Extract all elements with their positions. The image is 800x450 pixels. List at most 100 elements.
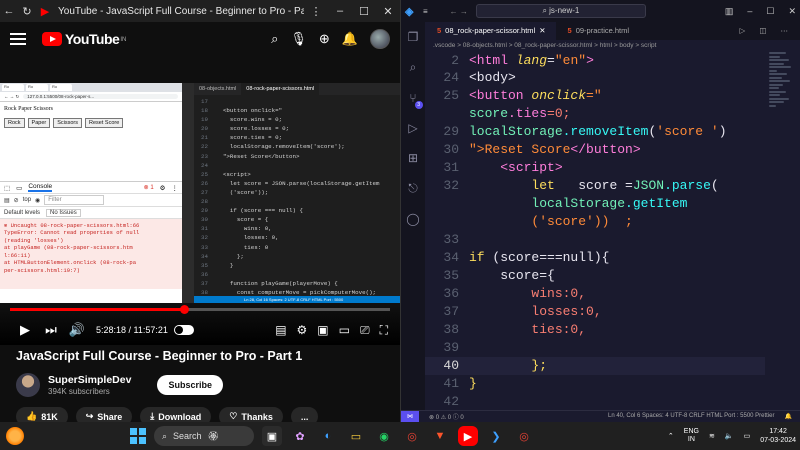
minimap-line (769, 94, 781, 96)
eye-icon: ◉ (35, 197, 41, 204)
search-icon[interactable]: ⌕ (410, 60, 417, 75)
windows-start-icon[interactable] (130, 428, 146, 444)
battery-icon[interactable]: ▭ (744, 432, 751, 440)
breadcrumb[interactable]: .vscode > 08-objects.html > 08_rock-pape… (425, 40, 800, 52)
channel-name[interactable]: SuperSimpleDev (48, 374, 131, 386)
maximize-icon[interactable]: ☐ (352, 5, 376, 18)
problems-indicator[interactable]: ⊗ 0 ⚠ 0 ⓘ 0 (429, 412, 464, 421)
code-editor[interactable]: 2 <html lang="en"> 24 <body> 25 <button onc… (425, 52, 765, 410)
minimap-line (769, 104, 776, 107)
download-button[interactable]: ⤓ Download (140, 407, 212, 422)
autoplay-toggle[interactable] (173, 325, 194, 335)
settings-icon[interactable]: ⚙ (297, 323, 308, 338)
task-view-icon[interactable]: ▣ (262, 426, 282, 446)
theater-icon[interactable]: ▭ (339, 323, 350, 338)
github-icon[interactable]: ◯ (406, 212, 419, 226)
create-icon[interactable]: ⊕ (319, 31, 330, 47)
microphone-icon[interactable]: 🎙 (290, 31, 307, 47)
channel-avatar[interactable] (16, 373, 40, 397)
code-line: 24 <body> (443, 70, 516, 85)
copilot-icon[interactable]: ✿ (290, 426, 310, 446)
bell-icon[interactable]: 🔔 (342, 31, 358, 47)
next-icon[interactable]: ⏭ (38, 322, 64, 338)
menu-icon[interactable]: ≡ (423, 7, 430, 16)
source-control-icon[interactable]: ⑂ (409, 91, 423, 109)
search-icon[interactable]: ⌕ (271, 31, 278, 47)
vscode-logo-icon: ◈ (405, 5, 414, 18)
close-tab-icon[interactable]: ✕ (539, 26, 545, 40)
speaker-icon[interactable]: 🔈 (725, 432, 734, 440)
editor-actions[interactable]: ▷ ◫ ⋯ (733, 22, 800, 40)
whatsapp-icon[interactable]: ◉ (374, 426, 394, 446)
youtube-logo[interactable]: YouTube IN (42, 31, 126, 47)
reload-icon[interactable]: ↻ (18, 5, 36, 18)
language-indicator[interactable]: ENG IN (684, 428, 699, 444)
edge-icon[interactable]: ◐ (318, 426, 338, 446)
console-error-line[interactable]: per-scissors.html:19:7) (4, 267, 178, 274)
player-right-controls: ▤ ⚙ ▣ ▭ ⎚ ⛶ (275, 323, 388, 338)
download-icon: ⤓ (150, 411, 155, 421)
chrome-profile-icon[interactable]: ◎ (514, 426, 534, 446)
inner-code-line: 28 (201, 198, 208, 206)
console-error-line[interactable]: l:66:11) (4, 252, 178, 259)
cast-icon[interactable]: ⎚ (360, 323, 370, 338)
code-line-current: 40 }; (425, 357, 765, 375)
menu-icon[interactable] (10, 33, 26, 45)
chrome-icon[interactable]: ◎ (402, 426, 422, 446)
inner-tabs: Ro Ro Ro (0, 83, 182, 92)
run-debug-icon[interactable]: ▷ (408, 121, 417, 135)
download-label: Download (158, 411, 202, 422)
minimize-icon[interactable]: – (328, 5, 352, 17)
brave-icon[interactable]: ▼ (430, 426, 450, 446)
play-icon[interactable]: ▶ (12, 322, 38, 338)
command-search[interactable]: ⌕ js-new-1 (475, 4, 646, 18)
share-label: Share (97, 411, 123, 422)
progress-bar[interactable] (10, 305, 390, 314)
youtube-app-icon[interactable]: ▶ (458, 426, 478, 446)
vscode-app-icon[interactable]: ❯ (486, 426, 506, 446)
minimize-icon[interactable]: – (747, 6, 752, 17)
volume-icon[interactable]: 🔊 (64, 322, 90, 338)
maximize-icon[interactable]: ☐ (766, 6, 774, 17)
console-error-line[interactable]: ⊗ Uncaught 08-rock-paper-scissors.html:6… (4, 222, 178, 229)
scrubber-handle[interactable] (180, 305, 190, 314)
video-player[interactable]: Ro Ro Ro ← → ↻ 127.0.0.1:5500/08-rock-pape… (0, 83, 400, 345)
thanks-button[interactable]: ♡ Thanks (219, 407, 283, 422)
code-line: 42 (443, 394, 459, 409)
notifications-icon[interactable]: 🔔 (785, 413, 792, 420)
remote-indicator-icon[interactable]: ⋈ (401, 410, 419, 422)
subscribe-button[interactable]: Subscribe (157, 375, 223, 395)
account-avatar[interactable] (370, 29, 390, 49)
remote-icon[interactable]: ⎋ (408, 181, 418, 196)
video-info: JavaScript Full Course - Beginner to Pro… (16, 349, 390, 422)
back-icon[interactable]: ← (0, 5, 18, 17)
more-actions-button[interactable]: ... (290, 407, 319, 422)
console-error: ⊗ Uncaught 08-rock-paper-scissors.html:6… (0, 219, 182, 289)
close-icon[interactable]: ✕ (788, 6, 796, 17)
clock[interactable]: 17:42 07-03-2024 (760, 427, 796, 445)
progress-fill (10, 308, 185, 311)
code-line: 38 ties:0, (443, 322, 587, 337)
layout-icon[interactable]: ▥ (725, 6, 734, 17)
extensions-icon[interactable]: ⊞ (408, 151, 418, 165)
miniplayer-icon[interactable]: ▣ (317, 323, 328, 338)
nav-arrows-icon[interactable]: ← → (450, 7, 468, 16)
inner-code-line: 37 function playGame(playerMove) { (201, 279, 338, 287)
share-button[interactable]: ↪ Share (75, 407, 133, 422)
more-icon[interactable]: ⋮ (304, 5, 328, 18)
console-filter: Filter (44, 195, 105, 205)
file-explorer-icon[interactable]: ▭ (346, 426, 366, 446)
fullscreen-icon[interactable]: ⛶ (380, 323, 388, 338)
status-info[interactable]: Ln 40, Col 6 Spaces: 4 UTF-8 CRLF HTML P… (608, 413, 775, 420)
taskbar-search[interactable]: ⌕ Search 🏵 (154, 426, 254, 446)
close-icon[interactable]: ✕ (376, 5, 400, 18)
like-button[interactable]: 👍 81K (16, 407, 68, 422)
weather-icon[interactable] (6, 427, 24, 445)
wifi-icon[interactable]: ≋ (709, 432, 715, 440)
tab-practice[interactable]: 5 09-practice.html (556, 22, 640, 40)
tab-active[interactable]: 5 08_rock-paper-scissor.html ✕ (425, 22, 556, 40)
minimap[interactable] (769, 52, 797, 122)
tray-chevron-icon[interactable]: ⌃ (668, 432, 674, 440)
explorer-icon[interactable]: ❐ (408, 30, 419, 44)
captions-icon[interactable]: ▤ (275, 323, 286, 338)
